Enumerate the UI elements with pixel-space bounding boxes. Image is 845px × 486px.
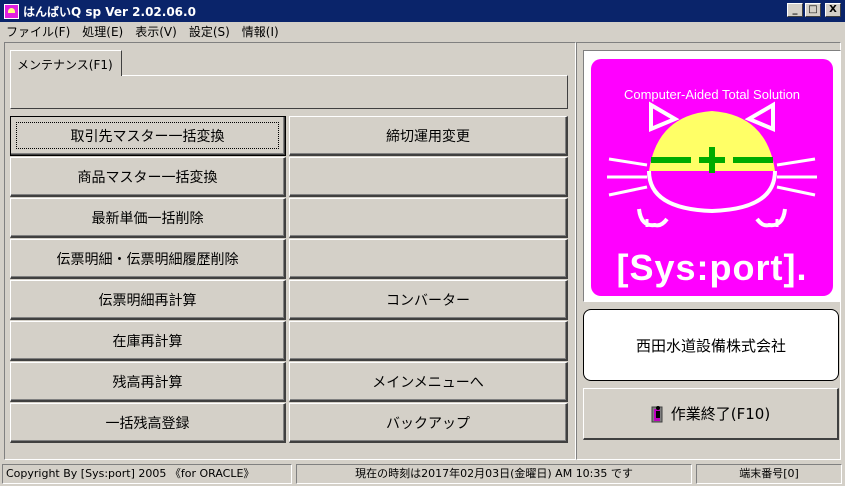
product-master-convert-button[interactable]: 商品マスター一括変換	[10, 157, 286, 197]
logo-frame: Computer-Aided Total Solution [Sys:port]…	[583, 50, 841, 302]
blank-button-6[interactable]	[289, 321, 568, 361]
sysport-logo: Computer-Aided Total Solution [Sys:port]…	[591, 59, 833, 296]
exit-person-icon	[651, 405, 663, 422]
status-current-time: 現在の時刻は2017年02月03日(金曜日) AM 10:35 です	[296, 464, 692, 484]
closing-operation-change-button[interactable]: 締切運用変更	[289, 116, 568, 156]
status-copyright: Copyright By [Sys:port] 2005 《for ORACLE…	[2, 464, 292, 484]
menu-info[interactable]: 情報(I)	[242, 23, 279, 40]
tab-maintenance[interactable]: メンテナンス(F1)	[10, 50, 122, 76]
blank-button-4[interactable]	[289, 239, 568, 279]
slip-detail-delete-button[interactable]: 伝票明細・伝票明細履歴削除	[10, 239, 286, 279]
close-button[interactable]: X	[825, 3, 841, 17]
slip-detail-recalc-button[interactable]: 伝票明細再計算	[10, 280, 286, 320]
exit-button[interactable]: 作業終了(F10)	[583, 388, 839, 440]
window-controls: _ □ X	[787, 3, 841, 17]
menu-view[interactable]: 表示(V)	[135, 23, 177, 40]
menu-file[interactable]: ファイル(F)	[6, 23, 70, 40]
window-title: はんばいQ sp Ver 2.02.06.0	[23, 4, 196, 19]
status-terminal-number: 端末番号[0]	[696, 464, 842, 484]
company-name: 西田水道設備株式会社	[635, 336, 786, 355]
menu-process[interactable]: 処理(E)	[82, 23, 123, 40]
blank-button-2[interactable]	[289, 157, 568, 197]
main-menu-button[interactable]: メインメニューへ	[289, 362, 568, 402]
balance-recalc-button[interactable]: 残高再計算	[10, 362, 286, 402]
title-bar: はんばいQ sp Ver 2.02.06.0 _ □ X	[0, 0, 845, 22]
backup-button[interactable]: バックアップ	[289, 403, 568, 443]
minimize-button[interactable]: _	[787, 3, 803, 17]
bulk-balance-register-button[interactable]: 一括残高登録	[10, 403, 286, 443]
menu-settings[interactable]: 設定(S)	[189, 23, 230, 40]
blank-button-3[interactable]	[289, 198, 568, 238]
app-icon[interactable]	[4, 3, 19, 19]
customer-master-convert-button[interactable]: 取引先マスター一括変換	[10, 116, 286, 156]
company-name-box: 西田水道設備株式会社	[583, 309, 839, 381]
maximize-button[interactable]: □	[805, 3, 821, 17]
stock-recalc-button[interactable]: 在庫再計算	[10, 321, 286, 361]
converter-button[interactable]: コンバーター	[289, 280, 568, 320]
exit-button-label: 作業終了(F10)	[670, 405, 771, 423]
status-bar: Copyright By [Sys:port] 2005 《for ORACLE…	[0, 462, 845, 486]
menu-bar: ファイル(F) 処理(E) 表示(V) 設定(S) 情報(I)	[0, 22, 845, 40]
logo-brand-text: [Sys:port].	[616, 247, 808, 288]
tab-content-strip	[10, 75, 568, 109]
latest-price-delete-button[interactable]: 最新単価一括削除	[10, 198, 286, 238]
